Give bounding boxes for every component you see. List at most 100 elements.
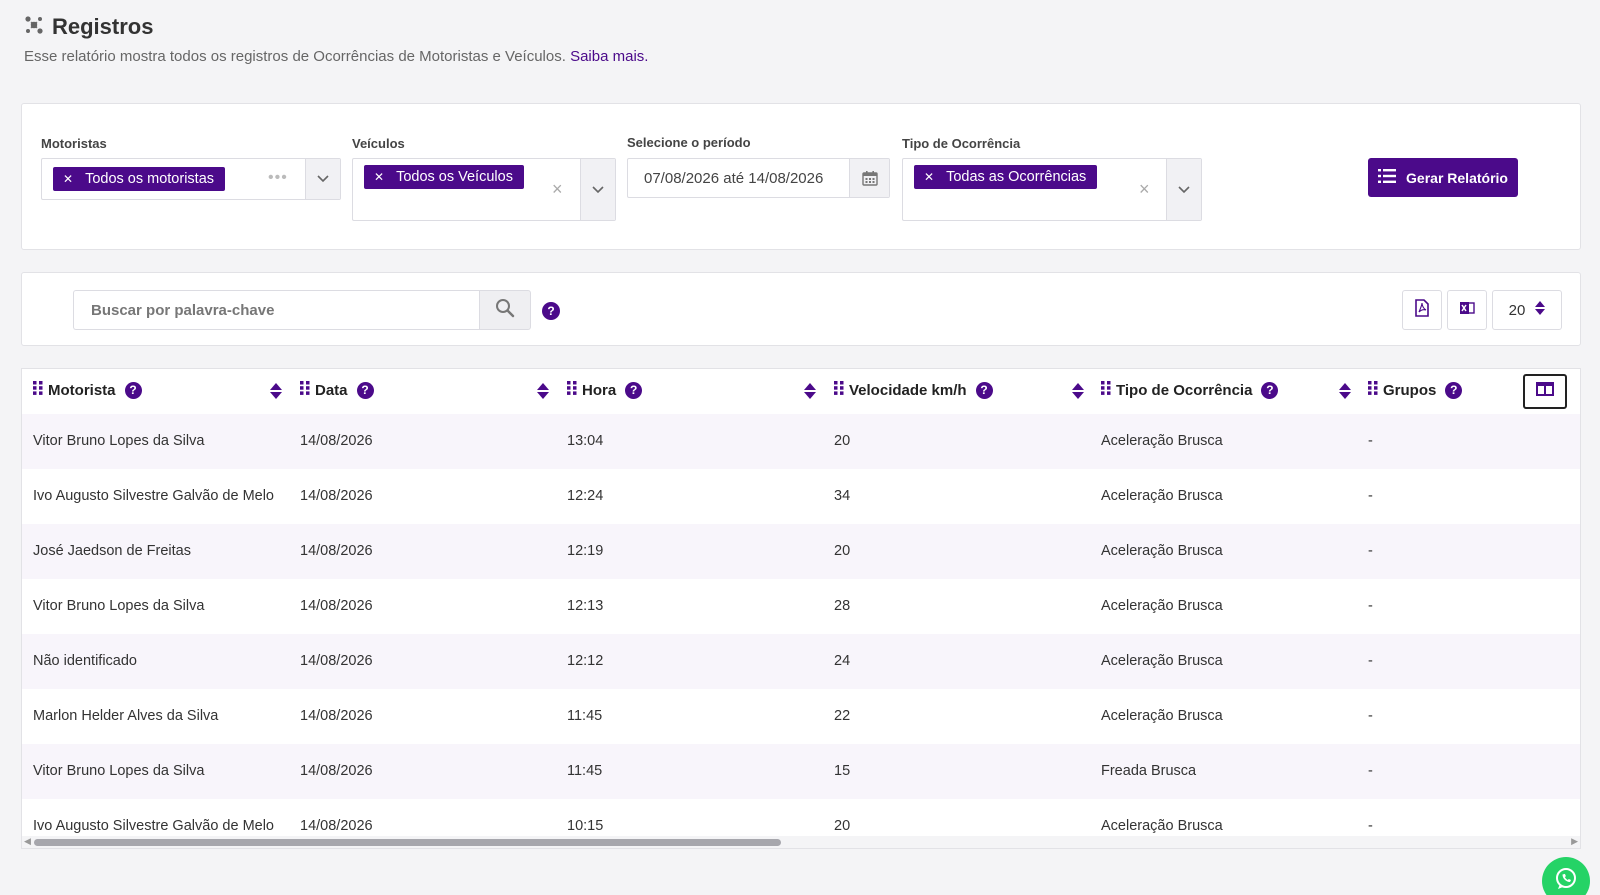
search-input[interactable] [73,290,480,330]
remove-tag-icon[interactable]: ✕ [374,170,384,184]
column-header-motorista[interactable]: Motorista? [33,381,142,399]
calendar-icon[interactable] [849,159,889,197]
table-row[interactable]: Ivo Augusto Silvestre Galvão de Melo 14/0… [22,469,1580,524]
page-subtitle: Esse relatório mostra todos os registros… [24,48,648,65]
cell-velocidade: 24 [834,653,851,669]
cell-motorista: Ivo Augusto Silvestre Galvão de Melo [33,488,274,504]
clear-icon[interactable]: × [552,179,563,200]
search-button[interactable] [479,290,531,330]
more-dots-icon: ••• [268,169,288,186]
column-header-tipo-ocorrencia[interactable]: Tipo de Ocorrência? [1101,381,1279,399]
drivers-tag[interactable]: ✕ Todos os motoristas [53,167,226,191]
chevron-down-icon[interactable] [580,159,615,220]
vehicles-label: Veículos [352,136,405,151]
cell-velocidade: 22 [834,708,851,724]
cell-data: 14/08/2026 [300,543,373,559]
column-header-label: Motorista [48,381,116,399]
cell-tipo-ocorrencia: Aceleração Brusca [1101,598,1223,614]
vehicles-select[interactable]: ✕ Todos os Veículos × [352,158,616,221]
occurrence-select[interactable]: ✕ Todas as Ocorrências × [902,158,1202,221]
cell-hora: 10:15 [567,818,604,834]
drag-handle-icon[interactable] [567,381,577,399]
help-icon[interactable]: ? [542,302,560,320]
whatsapp-button[interactable] [1542,857,1590,895]
sort-icon[interactable] [1072,383,1084,404]
vehicles-tag[interactable]: ✕ Todos os Veículos [364,165,524,189]
scrollbar-thumb[interactable] [34,839,781,846]
sort-icon[interactable] [804,383,816,404]
page-size-select[interactable]: 20 [1492,290,1562,330]
cell-grupos: - [1368,433,1373,449]
cell-hora: 12:12 [567,653,604,669]
learn-more-link[interactable]: Saiba mais. [570,48,648,65]
list-icon [1378,169,1397,186]
drivers-tag-label: Todos os motoristas [85,171,215,187]
cell-data: 14/08/2026 [300,763,373,779]
column-header-grupos[interactable]: Grupos? [1368,381,1463,399]
export-pdf-button[interactable] [1402,290,1442,330]
pdf-icon [1415,298,1429,322]
help-icon[interactable]: ? [356,381,374,399]
cell-hora: 12:13 [567,598,604,614]
cell-tipo-ocorrencia: Aceleração Brusca [1101,708,1223,724]
cell-data: 14/08/2026 [300,488,373,504]
drag-handle-icon[interactable] [834,381,844,399]
column-toggle-button[interactable] [1523,374,1567,409]
cell-velocidade: 20 [834,818,851,834]
sort-icon[interactable] [537,383,549,404]
table-row[interactable]: Vitor Bruno Lopes da Silva 14/08/2026 11:4… [22,744,1580,799]
period-input[interactable]: 07/08/2026 até 14/08/2026 [627,158,890,198]
column-header-label: Tipo de Ocorrência [1116,381,1253,399]
help-icon[interactable]: ? [625,381,643,399]
cell-velocidade: 20 [834,433,851,449]
records-table: Motorista? Data? Hora? Velocidade km/h? Tipo… [21,368,1581,849]
period-label: Selecione o período [627,135,751,150]
drag-handle-icon[interactable] [1101,381,1111,399]
occurrence-tag-label: Todas as Ocorrências [946,169,1087,185]
drag-handle-icon[interactable] [1368,381,1378,399]
column-header-label: Grupos [1383,381,1437,399]
cell-motorista: Vitor Bruno Lopes da Silva [33,598,205,614]
table-row[interactable]: Vitor Bruno Lopes da Silva 14/08/2026 12:1… [22,579,1580,634]
columns-icon [1536,382,1554,401]
sort-icon[interactable] [1339,383,1351,404]
help-icon[interactable]: ? [1261,381,1279,399]
cell-grupos: - [1368,818,1373,834]
generate-report-button[interactable]: Gerar Relatório [1368,158,1518,197]
export-excel-button[interactable] [1447,290,1487,330]
clear-icon[interactable]: × [1139,179,1150,200]
cell-motorista: Vitor Bruno Lopes da Silva [33,763,205,779]
scroll-right-icon[interactable]: ▶ [1571,836,1578,847]
cell-tipo-ocorrencia: Aceleração Brusca [1101,543,1223,559]
whatsapp-icon [1553,866,1579,895]
column-header-data[interactable]: Data? [300,381,374,399]
scroll-left-icon[interactable]: ◀ [24,836,31,847]
cell-grupos: - [1368,543,1373,559]
help-icon[interactable]: ? [975,381,993,399]
cell-velocidade: 28 [834,598,851,614]
column-header-velocidade[interactable]: Velocidade km/h? [834,381,993,399]
cell-motorista: Vitor Bruno Lopes da Silva [33,433,205,449]
page-title: Registros [52,14,154,39]
occurrence-tag[interactable]: ✕ Todas as Ocorrências [914,165,1098,189]
drivers-label: Motoristas [41,136,107,151]
subtitle-text: Esse relatório mostra todos os registros… [24,48,566,65]
drivers-select[interactable]: ✕ Todos os motoristas ••• [41,158,341,200]
cell-motorista: Ivo Augusto Silvestre Galvão de Melo [33,818,274,834]
chevron-down-icon[interactable] [305,159,340,199]
drag-handle-icon[interactable] [33,381,43,399]
sort-icon[interactable] [270,383,282,404]
help-icon[interactable]: ? [1445,381,1463,399]
help-icon[interactable]: ? [124,381,142,399]
table-row[interactable]: José Jaedson de Freitas 14/08/2026 12:19 20… [22,524,1580,579]
cell-data: 14/08/2026 [300,653,373,669]
column-header-hora[interactable]: Hora? [567,381,643,399]
table-row[interactable]: Vitor Bruno Lopes da Silva 14/08/2026 13:0… [22,414,1580,469]
remove-tag-icon[interactable]: ✕ [63,172,73,186]
chevron-down-icon[interactable] [1166,159,1201,220]
remove-tag-icon[interactable]: ✕ [924,170,934,184]
horizontal-scrollbar[interactable]: ◀ ▶ [22,836,1580,848]
table-row[interactable]: Não identificado 14/08/2026 12:12 24 Acelera… [22,634,1580,689]
drag-handle-icon[interactable] [300,381,310,399]
table-row[interactable]: Marlon Helder Alves da Silva 14/08/2026 11… [22,689,1580,744]
